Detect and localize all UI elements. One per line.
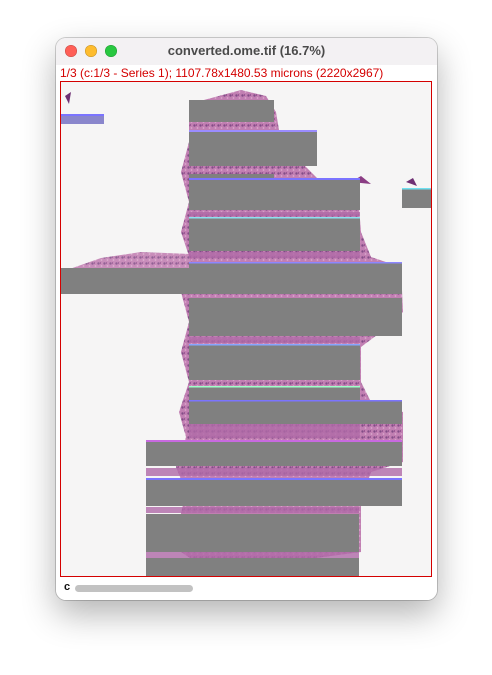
titlebar[interactable]: converted.ome.tif (16.7%) xyxy=(56,38,437,65)
image-view xyxy=(61,90,431,576)
image-window: converted.ome.tif (16.7%) 1/3 (c:1/3 - S… xyxy=(56,38,437,600)
channel-scroll-thumb[interactable] xyxy=(75,585,193,592)
channel-label: c xyxy=(64,581,71,593)
window-title: converted.ome.tif (16.7%) xyxy=(167,43,326,58)
image-canvas[interactable] xyxy=(60,81,432,577)
image-info-line: 1/3 (c:1/3 - Series 1); 1107.78x1480.53 … xyxy=(56,65,437,81)
channel-slider-bar: c xyxy=(56,578,437,600)
channel-scrollbar[interactable] xyxy=(75,585,430,592)
